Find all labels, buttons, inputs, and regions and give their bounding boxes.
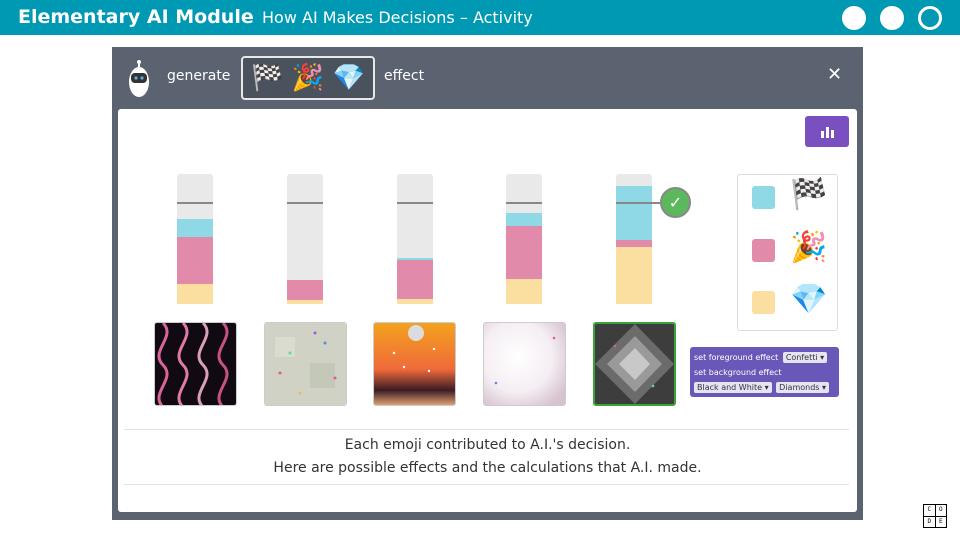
logo-letter: E	[935, 516, 946, 527]
flag-segment	[506, 213, 542, 226]
robot-icon	[129, 60, 149, 97]
generate-label: generate	[167, 68, 231, 84]
progress-dot-1[interactable]	[842, 6, 866, 30]
flag-segment	[616, 186, 652, 240]
logo-letter: C	[924, 505, 935, 516]
gem-icon: 💎	[332, 63, 365, 93]
popper-segment	[616, 240, 652, 247]
bar-chart-icon	[825, 127, 829, 138]
caption-divider-bottom	[124, 484, 849, 485]
gem-segment	[616, 247, 652, 304]
legend-row-flag: 🏁	[752, 178, 832, 218]
emoji-legend: 🏁 🎉 💎	[737, 174, 838, 331]
popper-segment	[397, 260, 433, 299]
effect-score-bar-1	[177, 174, 213, 304]
code-line-background-values: Black and White ▾ Diamonds ▾	[694, 380, 835, 395]
selected-emoji-box: 🏁 🎉 💎	[241, 56, 375, 100]
legend-row-popper: 🎉	[752, 231, 832, 271]
threshold-line	[177, 202, 213, 204]
effect-score-bar-5-winner	[616, 174, 652, 304]
progress-dot-current[interactable]	[918, 6, 942, 30]
module-header: Elementary AI Module How AI Makes Decisi…	[0, 0, 960, 35]
background-effect-dropdown[interactable]: Diamonds ▾	[776, 382, 830, 393]
caption-line-2: Here are possible effects and the calcul…	[273, 460, 702, 476]
legend-row-gem: 💎	[752, 283, 832, 323]
foreground-effect-dropdown[interactable]: Confetti ▾	[782, 352, 828, 363]
code-line-background: set background effect	[694, 365, 835, 380]
effect-label: effect	[384, 68, 425, 84]
effect-preview-confetti-light[interactable]	[264, 322, 347, 406]
gem-icon: 💎	[790, 282, 828, 317]
effect-preview-ribbons[interactable]	[154, 322, 237, 406]
caption-divider-top	[124, 429, 849, 430]
threshold-line	[506, 202, 542, 204]
lesson-subtitle: How AI Makes Decisions – Activity	[262, 8, 533, 27]
code-background-text: set background effect	[694, 368, 782, 377]
party-popper-icon: 🎉	[291, 63, 325, 93]
results-panel: ✓ 🏁 🎉 💎 set foreground effect Confetti ▾…	[118, 109, 857, 512]
threshold-line	[287, 202, 323, 204]
gem-segment	[287, 300, 323, 304]
checkered-flag-icon: 🏁	[790, 177, 828, 212]
legend-swatch-pink	[752, 239, 775, 262]
progress-dot-2[interactable]	[880, 6, 904, 30]
checkered-flag-icon: 🏁	[251, 63, 284, 93]
gem-segment	[177, 284, 213, 304]
stats-button[interactable]	[805, 116, 849, 147]
close-button[interactable]: ✕	[827, 64, 842, 85]
threshold-connector	[633, 202, 661, 204]
bar-chart-icon	[830, 130, 834, 138]
effect-preview-diamonds-selected[interactable]	[593, 322, 676, 406]
code-block: set foreground effect Confetti ▾ set bac…	[690, 347, 839, 397]
popper-segment	[506, 226, 542, 279]
logo-letter: O	[935, 505, 946, 516]
popper-segment	[177, 237, 213, 284]
effect-score-bar-2	[287, 174, 323, 304]
gem-segment	[506, 279, 542, 304]
ai-activity-window: generate 🏁 🎉 💎 effect ✕ ✓ 🏁 🎉 💎 set fore…	[112, 47, 863, 520]
legend-swatch-blue	[752, 186, 775, 209]
caption-line-1: Each emoji contributed to A.I.'s decisio…	[344, 437, 631, 453]
code-org-logo: C O D E	[923, 504, 947, 528]
code-line-foreground: set foreground effect Confetti ▾	[694, 350, 835, 365]
popper-segment	[287, 280, 323, 300]
flag-segment	[177, 219, 213, 237]
effect-preview-sunset-discoball[interactable]	[373, 322, 456, 406]
threshold-line	[397, 202, 433, 204]
logo-letter: D	[924, 516, 935, 527]
party-popper-icon: 🎉	[790, 230, 828, 265]
checkmark-icon: ✓	[660, 187, 691, 218]
effect-score-bar-3	[397, 174, 433, 304]
legend-swatch-yellow	[752, 291, 775, 314]
effect-score-bar-4	[506, 174, 542, 304]
gem-segment	[397, 299, 433, 304]
module-title: Elementary AI Module	[18, 6, 254, 28]
bar-chart-icon	[820, 131, 824, 138]
code-foreground-text: set foreground effect	[694, 353, 779, 362]
palette-dropdown[interactable]: Black and White ▾	[694, 382, 772, 393]
effect-preview-white-glow[interactable]	[483, 322, 566, 406]
